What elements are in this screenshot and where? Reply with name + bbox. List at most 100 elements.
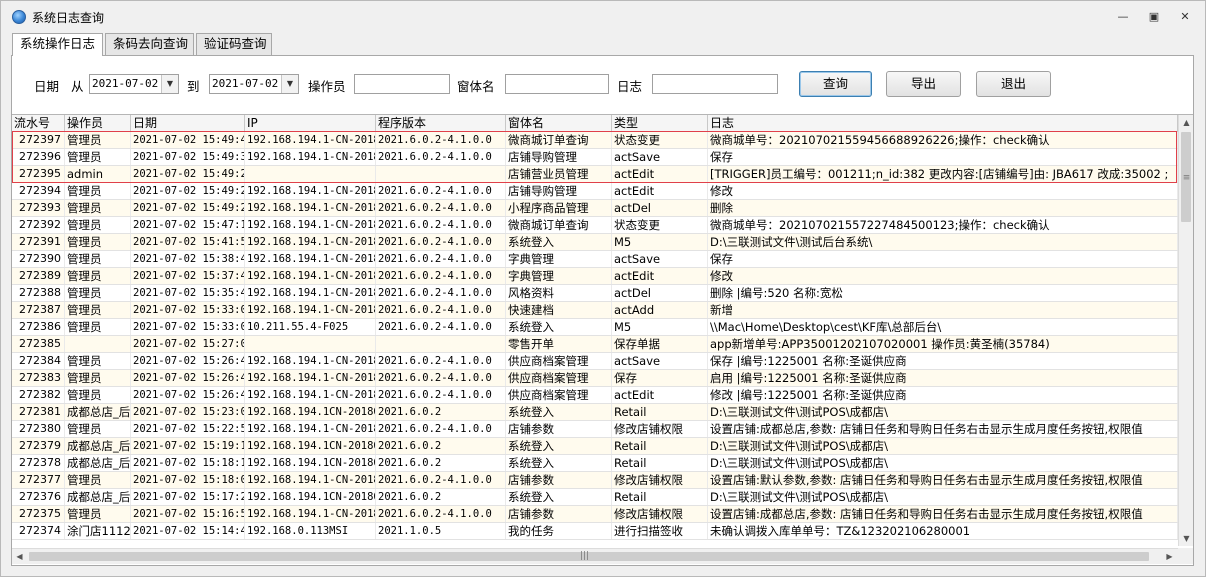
cell-form: 店铺参数	[506, 506, 612, 522]
cell-type: 状态变更	[612, 217, 708, 233]
table-row[interactable]: 272379 成都总店_后 2021-07-02 15:19:1 192.168.19…	[12, 438, 1178, 455]
table-row[interactable]: 272381 成都总店_后 2021-07-02 15:23:0 192.168.19…	[12, 404, 1178, 421]
tab-barcode-trace[interactable]: 条码去向查询	[105, 33, 194, 55]
cell-operator: 管理员	[65, 217, 131, 233]
table-row[interactable]: 272387 管理员 2021-07-02 15:33:0 192.168.194.1…	[12, 302, 1178, 319]
table-row[interactable]: 272375 管理员 2021-07-02 15:16:5 192.168.194.1…	[12, 506, 1178, 523]
table-row[interactable]: 272385 2021-07-02 15:27:0 零售开单 保存单据 app新增单号:…	[12, 336, 1178, 353]
cell-version: 2021.6.0.2	[376, 404, 506, 420]
table-row[interactable]: 272383 管理员 2021-07-02 15:26:4 192.168.194.1…	[12, 370, 1178, 387]
cell-ip: 192.168.194.1-CN-2018	[247, 302, 376, 318]
cell-form: 店铺导购管理	[506, 183, 612, 199]
header-col-serial[interactable]: 流水号	[12, 115, 65, 132]
cell-operator: 管理员	[65, 285, 131, 301]
cell-operator: 管理员	[65, 200, 131, 216]
header-col-form[interactable]: 窗体名	[506, 115, 612, 132]
cell-log: 保存	[708, 149, 1178, 165]
cell-operator: admin	[65, 166, 131, 182]
cell-ip	[245, 336, 376, 352]
cell-type: Retail	[612, 455, 708, 471]
cell-version	[376, 336, 506, 352]
cell-ip	[245, 166, 376, 182]
cell-form: 系统登入	[506, 489, 612, 505]
cell-log: app新增单号:APP35001202107020001 操作员:黄圣楠(357…	[708, 336, 1178, 352]
cell-ip: 192.168.194.1-CN-2018	[247, 183, 376, 199]
table-row[interactable]: 272390 管理员 2021-07-02 15:38:4 192.168.194.1…	[12, 251, 1178, 268]
cell-serial: 272383	[12, 370, 65, 386]
grip-icon: |||	[580, 551, 590, 561]
cell-ip: 192.168.194.1-CN-2018	[247, 353, 376, 369]
table-row[interactable]: 272386 管理员 2021-07-02 15:33:0 10.211.55.4-F…	[12, 319, 1178, 336]
exit-button[interactable]: 退出	[976, 71, 1051, 97]
header-col-operator[interactable]: 操作员	[65, 115, 131, 132]
table-row[interactable]: 272384 管理员 2021-07-02 15:26:4 192.168.194.1…	[12, 353, 1178, 370]
to-date-picker[interactable]: 2021-07-02 ▼	[209, 74, 299, 94]
table-row[interactable]: 272380 管理员 2021-07-02 15:22:5 192.168.194.1…	[12, 421, 1178, 438]
table-row[interactable]: 272392 管理员 2021-07-02 15:47:1 192.168.194.1…	[12, 217, 1178, 234]
scroll-down-icon[interactable]: ▼	[1179, 531, 1193, 546]
cell-log: 设置店铺:默认参数,参数: 店铺日任务和导购日任务右击显示生成月度任务按钮,权限…	[708, 472, 1178, 488]
table-row[interactable]: 272391 管理员 2021-07-02 15:41:5 192.168.194.1…	[12, 234, 1178, 251]
cell-ip: 192.168.194.1-CN-2018	[247, 387, 376, 403]
cell-serial: 272378	[12, 455, 65, 471]
table-row[interactable]: 272393 管理员 2021-07-02 15:49:2 192.168.194.1…	[12, 200, 1178, 217]
horizontal-scrollbar[interactable]: ◀ ||| ▶	[12, 548, 1178, 564]
restore-button[interactable]: ▣	[1142, 7, 1166, 27]
tab-system-operation-log[interactable]: 系统操作日志	[12, 33, 103, 56]
table-row[interactable]: 272376 成都总店_后 2021-07-02 15:17:2 192.168.19…	[12, 489, 1178, 506]
table-row[interactable]: 272378 成都总店_后 2021-07-02 15:18:1 192.168.19…	[12, 455, 1178, 472]
cell-date: 2021-07-02 15:47:1	[133, 217, 245, 233]
cell-date: 2021-07-02 15:49:3	[133, 149, 245, 165]
table-row[interactable]: 272394 管理员 2021-07-02 15:49:2 192.168.194.1…	[12, 183, 1178, 200]
tab-verification-code[interactable]: 验证码查询	[196, 33, 272, 55]
cell-date: 2021-07-02 15:22:5	[133, 421, 245, 437]
cell-serial: 272387	[12, 302, 65, 318]
cell-ip: 192.168.194.1-CN-2018	[247, 251, 376, 267]
cell-operator: 管理员	[65, 149, 131, 165]
operator-input[interactable]	[354, 74, 450, 94]
header-col-type[interactable]: 类型	[612, 115, 708, 132]
query-button[interactable]: 查询	[799, 71, 872, 97]
table-row[interactable]: 272397 管理员 2021-07-02 15:49:4 192.168.194.1…	[12, 132, 1178, 149]
cell-serial: 272391	[12, 234, 65, 250]
cell-form: 供应商档案管理	[506, 353, 612, 369]
log-input[interactable]	[652, 74, 778, 94]
cell-log: D:\三联测试文件\测试POS\成都店\	[708, 438, 1178, 454]
date-label: 日期	[34, 79, 60, 94]
scroll-right-icon[interactable]: ▶	[1162, 549, 1177, 564]
table-row[interactable]: 272389 管理员 2021-07-02 15:37:4 192.168.194.1…	[12, 268, 1178, 285]
header-col-log[interactable]: 日志	[708, 115, 1178, 132]
scroll-up-icon[interactable]: ▲	[1179, 115, 1193, 130]
cell-serial: 272388	[12, 285, 65, 301]
scroll-left-icon[interactable]: ◀	[12, 549, 27, 564]
cell-date: 2021-07-02 15:19:1	[133, 438, 245, 454]
cell-log: D:\三联测试文件\测试POS\成都店\	[708, 489, 1178, 505]
table-row[interactable]: 272388 管理员 2021-07-02 15:35:4 192.168.194.1…	[12, 285, 1178, 302]
cell-form: 风格资料	[506, 285, 612, 301]
vertical-scrollbar[interactable]: ▲ ≡ ▼	[1178, 115, 1193, 546]
close-button[interactable]: ✕	[1173, 7, 1197, 27]
cell-form: 系统登入	[506, 404, 612, 420]
chevron-down-icon[interactable]: ▼	[281, 75, 298, 93]
table-row[interactable]: 272377 管理员 2021-07-02 15:18:0 192.168.194.1…	[12, 472, 1178, 489]
header-col-date[interactable]: 日期	[131, 115, 245, 132]
table-row[interactable]: 272395 admin 2021-07-02 15:49:2 店铺营业员管理 actE…	[12, 166, 1178, 183]
from-date-picker[interactable]: 2021-07-02 ▼	[89, 74, 179, 94]
cell-type: 保存单据	[612, 336, 708, 352]
table-row[interactable]: 272396 管理员 2021-07-02 15:49:3 192.168.194.1…	[12, 149, 1178, 166]
cell-form: 店铺导购管理	[506, 149, 612, 165]
to-label: 到	[187, 79, 200, 94]
form-name-input[interactable]	[505, 74, 609, 94]
export-button[interactable]: 导出	[886, 71, 961, 97]
cell-form: 我的任务	[506, 523, 612, 539]
header-col-ip[interactable]: IP	[245, 115, 376, 132]
filter-bar: 日期 从 2021-07-02 ▼ 到 2021-07-02 ▼ 操作员 窗体名…	[12, 56, 1193, 114]
cell-log: D:\三联测试文件\测试后台系统\	[708, 234, 1178, 250]
table-row[interactable]: 272382 管理员 2021-07-02 15:26:4 192.168.194.1…	[12, 387, 1178, 404]
header-col-version[interactable]: 程序版本	[376, 115, 506, 132]
chevron-down-icon[interactable]: ▼	[161, 75, 178, 93]
minimize-button[interactable]: —	[1111, 7, 1135, 27]
cell-type: actDel	[612, 200, 708, 216]
table-row[interactable]: 272374 涂门店1112: 2021-07-02 15:14:4 192.168.…	[12, 523, 1178, 540]
cell-type: actSave	[612, 149, 708, 165]
